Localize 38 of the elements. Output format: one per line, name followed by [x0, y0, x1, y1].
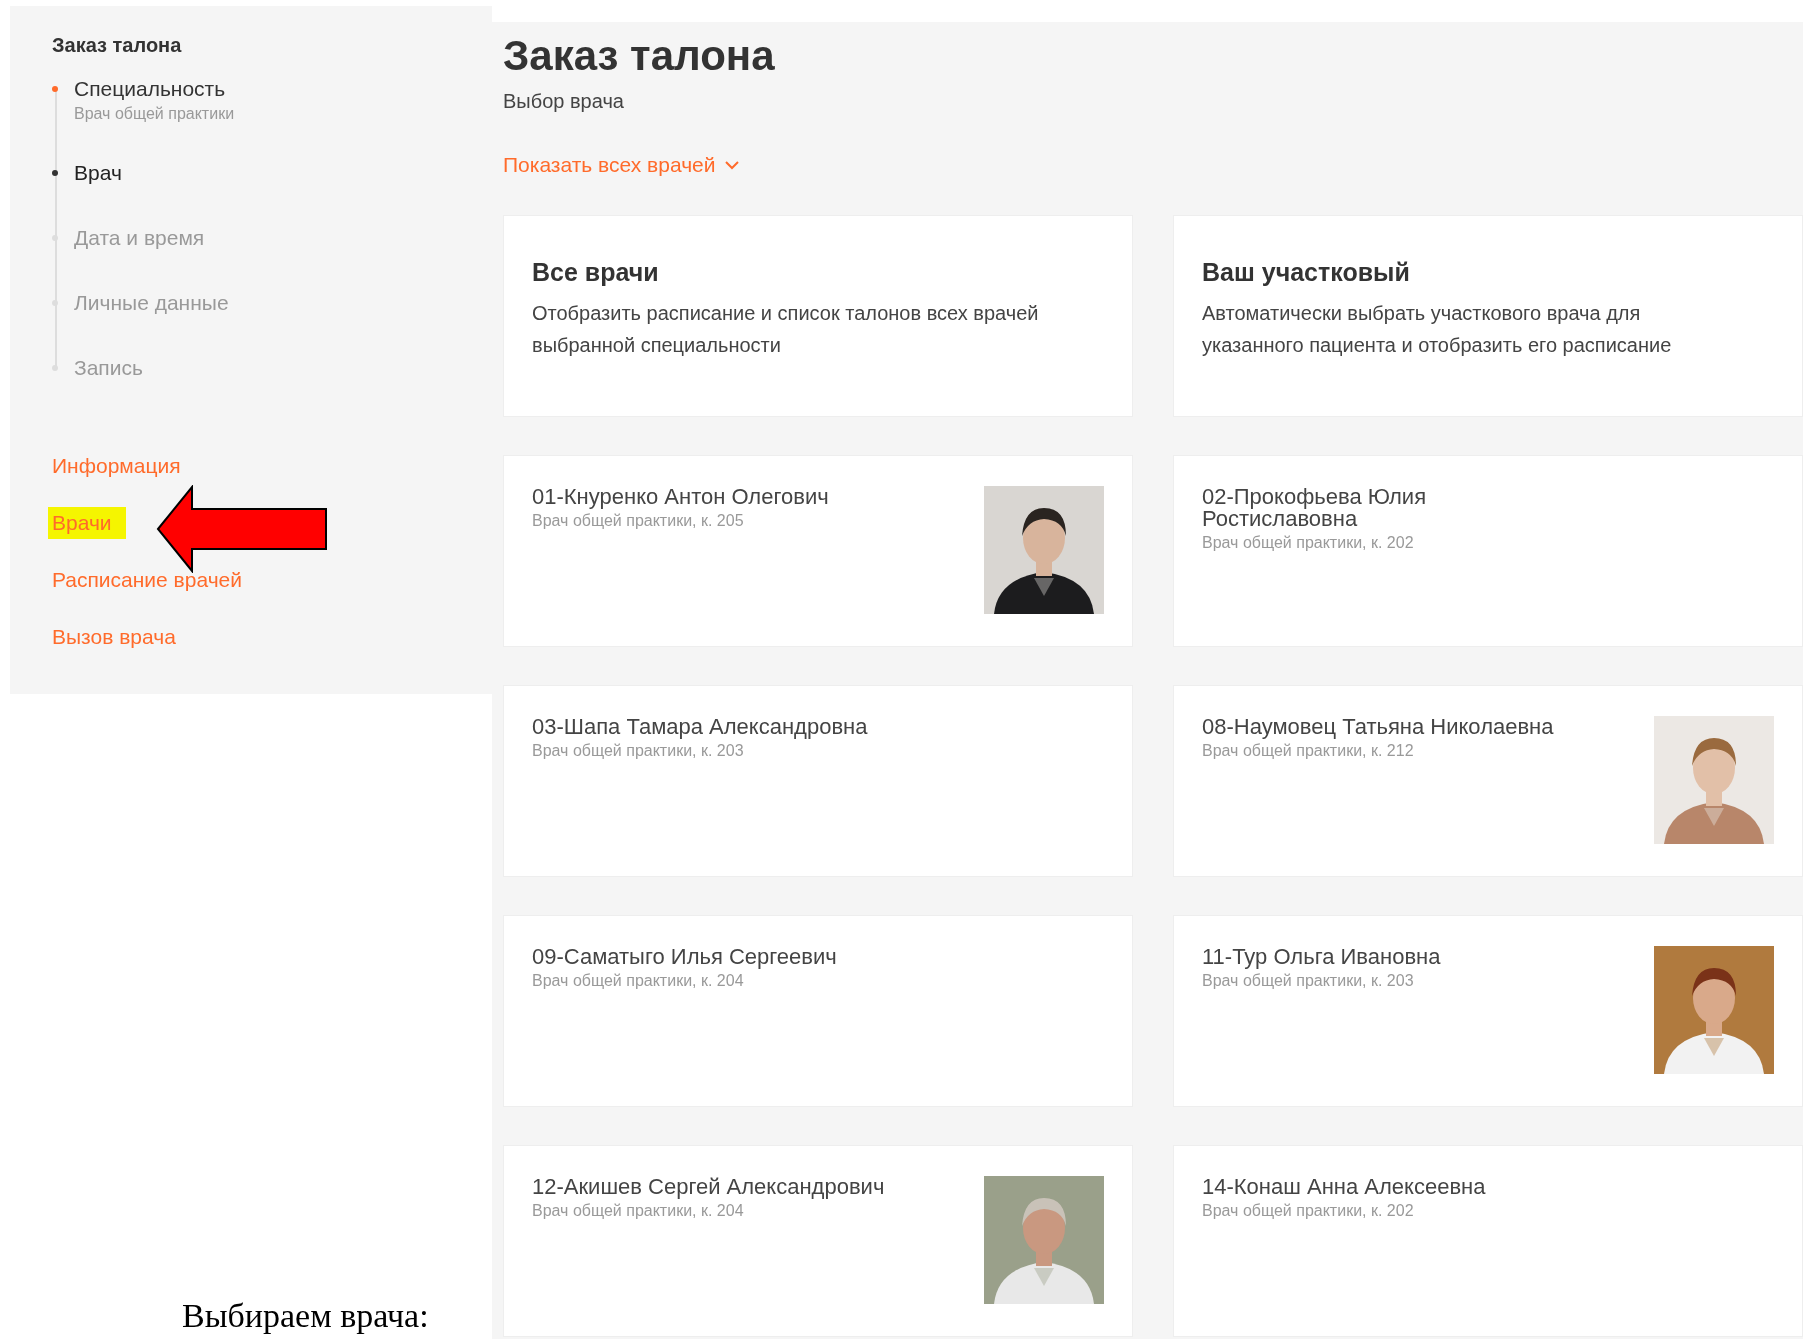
option-title: Все врачи	[532, 258, 660, 287]
doctor-card[interactable]: 02-Прокофьева Юлия Ростиславовна Врач общей практики, к. 202	[1173, 455, 1803, 647]
doctor-room: Врач общей практики, к. 212	[1202, 742, 1415, 760]
doctor-name: 12-Акишев Сергей Александрович	[532, 1176, 885, 1198]
doctor-name: 08-Наумовец Татьяна Николаевна	[1202, 716, 1554, 738]
option-card[interactable]: Ваш участковый Автоматически выбрать участкового врача для указанного пациента и отобразить его расписание	[1173, 215, 1803, 417]
page-title: Заказ талона	[503, 32, 776, 80]
doctor-room: Врач общей практики, к. 203	[532, 742, 745, 760]
doctor-name: 03-Шапа Тамара Александровна	[532, 716, 868, 738]
doctor-name: 02-Прокофьева Юлия Ростиславовна	[1202, 486, 1428, 530]
doctor-room: Врач общей практики, к. 204	[532, 972, 745, 990]
sidebar-title: Заказ талона	[52, 34, 183, 57]
step-label[interactable]: Врач	[74, 161, 492, 185]
doctor-room: Врач общей практики, к. 205	[532, 512, 745, 530]
doctor-card[interactable]: 03-Шапа Тамара Александровна Врач общей практики, к. 203	[503, 685, 1133, 877]
chevron-down-icon	[725, 160, 740, 170]
doctor-card[interactable]: 12-Акишев Сергей Александрович Врач общей практики, к. 204	[503, 1145, 1133, 1337]
caption: Выбираем врача:	[182, 1297, 430, 1335]
doctor-card[interactable]: 11-Тур Ольга Ивановна Врач общей практики, к. 203	[1173, 915, 1803, 1107]
doctor-room: Врач общей практики, к. 202	[1202, 534, 1415, 552]
doctor-name: 11-Тур Ольга Ивановна	[1202, 946, 1441, 968]
doctor-name: 01-Кнуренко Антон Олегович	[532, 486, 829, 508]
option-description: Автоматически выбрать участкового врача для указанного пациента и отобразить его расписание	[1202, 301, 1673, 358]
doctor-name: 09-Саматыго Илья Сергеевич	[532, 946, 837, 968]
option-title: Ваш участковый	[1202, 258, 1411, 287]
step-label[interactable]: Специальность	[74, 77, 492, 101]
option-card[interactable]: Все врачи Отобразить расписание и список талонов всех врачей выбранной специальности	[503, 215, 1133, 417]
page-subtitle: Выбор врача	[503, 90, 625, 113]
doctor-room: Врач общей практики, к. 203	[1202, 972, 1415, 990]
doctor-card[interactable]: 08-Наумовец Татьяна Николаевна Врач общей практики, к. 212	[1173, 685, 1803, 877]
doctor-card[interactable]: 09-Саматыго Илья Сергеевич Врач общей практики, к. 204	[503, 915, 1133, 1107]
step-detail: Врач общей практики	[74, 105, 236, 123]
doctor-card[interactable]: 01-Кнуренко Антон Олегович Врач общей практики, к. 205	[503, 455, 1133, 647]
doctor-card[interactable]: 14-Конаш Анна Алексеевна Врач общей практики, к. 202	[1173, 1145, 1803, 1337]
doctor-room: Врач общей практики, к. 204	[532, 1202, 745, 1220]
doctor-room: Врач общей практики, к. 202	[1202, 1202, 1415, 1220]
doctor-name: 14-Конаш Анна Алексеевна	[1202, 1176, 1486, 1198]
option-description: Отобразить расписание и список талонов всех врачей выбранной специальности	[532, 301, 1040, 358]
